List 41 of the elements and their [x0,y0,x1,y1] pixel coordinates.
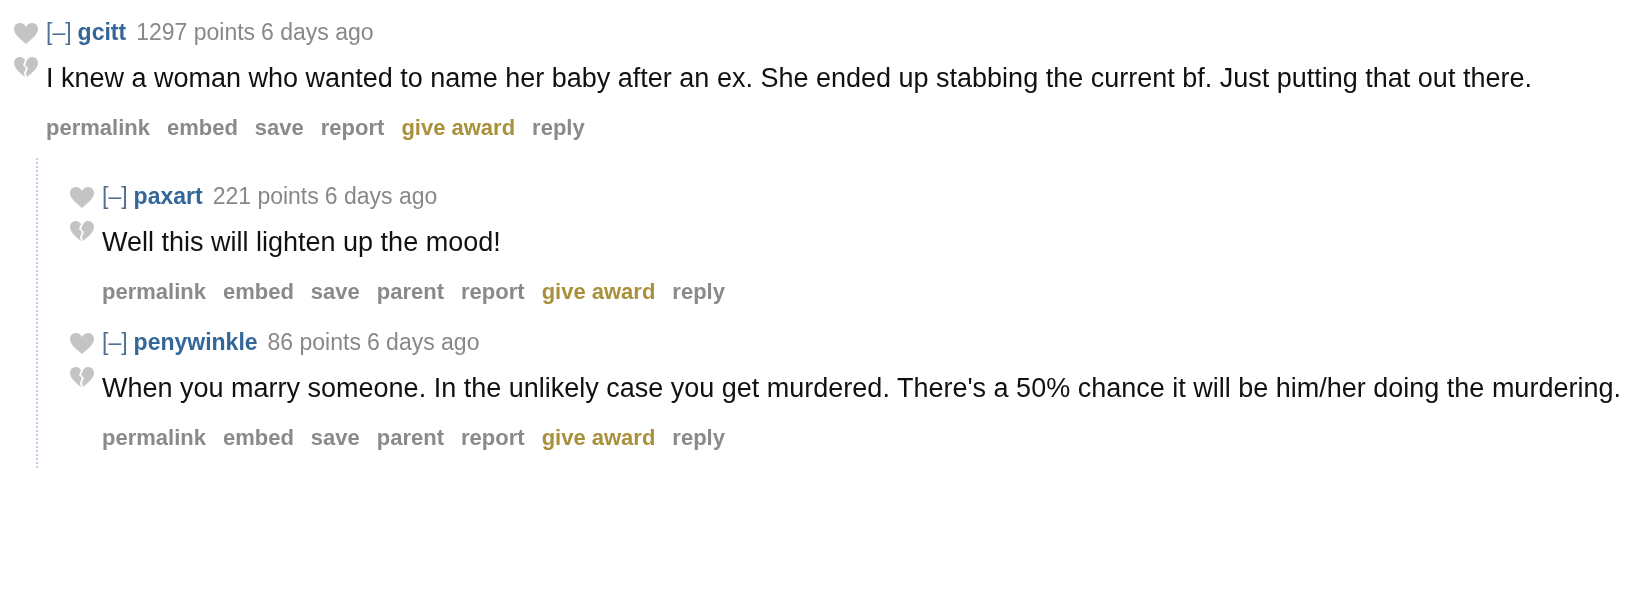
comment-action-link[interactable]: report [461,276,525,308]
collapse-toggle[interactable]: [–] [46,12,72,52]
comment-action-link[interactable]: give award [541,422,656,454]
comment-action-link[interactable]: embed [222,422,294,454]
comment-action-link[interactable]: report [320,112,385,144]
collapse-toggle[interactable]: [–] [102,322,128,362]
collapse-toggle[interactable]: [–] [102,176,128,216]
downvote-broken-heart-icon[interactable] [69,220,95,244]
comment-action-link[interactable]: permalink [102,276,206,308]
downvote-broken-heart-icon[interactable] [69,366,95,390]
comment-action-link[interactable]: report [461,422,525,454]
comment-body: When you marry someone. In the unlikely case you get murdered. There's a 50% chance it will be him/her doing the murdering. [102,372,1622,405]
comment-action-link[interactable]: reply [672,276,725,308]
downvote-broken-heart-icon[interactable] [13,56,39,80]
username-link[interactable]: paxart [133,176,203,216]
comment-action-link[interactable]: reply [672,422,725,454]
comment-action-link[interactable]: give award [541,276,656,308]
username-link[interactable]: gcitt [77,12,127,52]
comment-action-link[interactable]: save [310,276,360,308]
comment-score: 221 points [212,182,319,211]
comment-score: 86 points [267,328,361,357]
comment-score: 1297 points [136,18,256,47]
comment-action-link[interactable]: embed [166,112,238,144]
comment-action-link[interactable]: reply [532,112,585,144]
upvote-heart-icon[interactable] [69,186,95,210]
comment-action-link[interactable]: save [310,422,360,454]
comment-action-link[interactable]: embed [222,276,294,308]
comment-body: Well this will lighten up the mood! [102,226,502,259]
comment-action-link[interactable]: give award [401,112,516,144]
comment-time: 6 days ago [366,328,480,357]
comment-time: 6 days ago [261,18,374,47]
comment-body: I knew a woman who wanted to name her baby after an ex. She ended up stabbing the current bf. Just putting that out there. [46,62,1533,95]
comment-action-link[interactable]: save [254,112,304,144]
comment-time: 6 days ago [324,182,438,211]
comment-action-link[interactable]: permalink [102,422,206,454]
username-link[interactable]: penywinkle [133,322,258,362]
comment-action-link[interactable]: parent [376,276,445,308]
upvote-heart-icon[interactable] [69,332,95,356]
upvote-heart-icon[interactable] [13,22,39,46]
comment-action-link[interactable]: permalink [46,112,150,144]
comment-action-link[interactable]: parent [376,422,445,454]
